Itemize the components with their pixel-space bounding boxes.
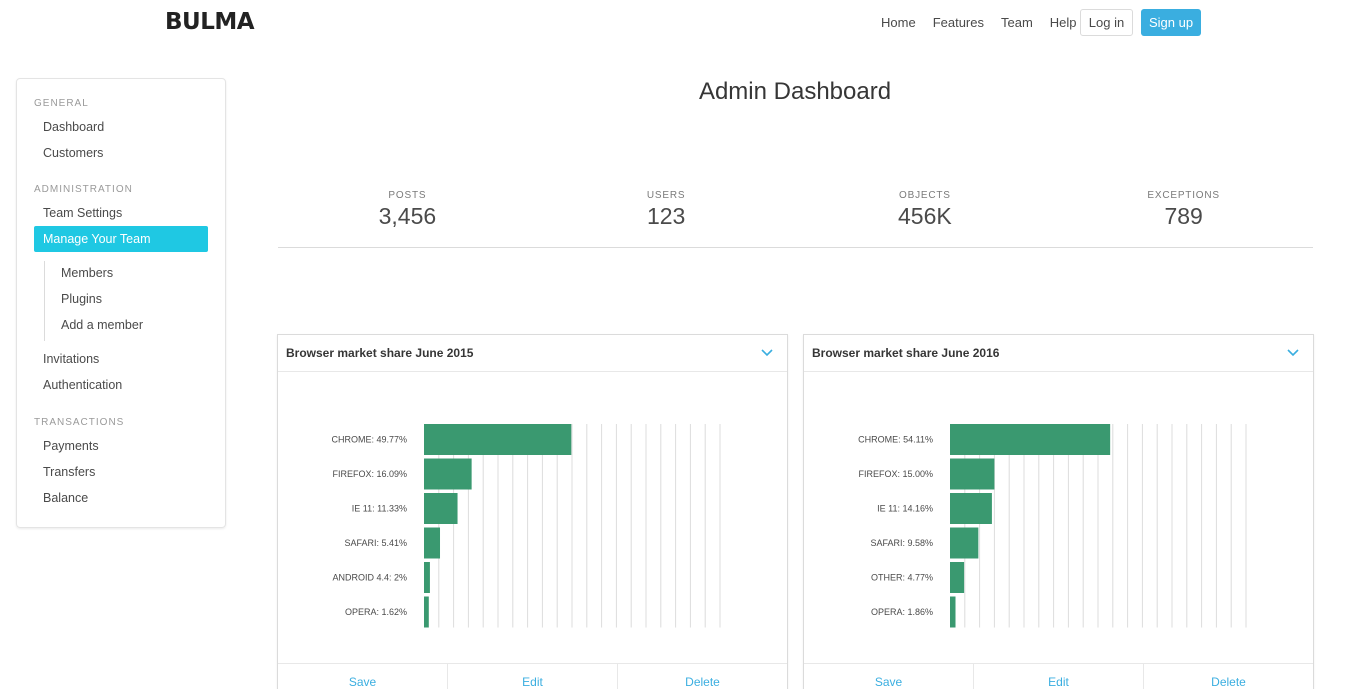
card-title: Browser market share June 2015 (286, 346, 474, 360)
bar-label: CHROME: 49.77% (331, 435, 407, 445)
menu-label-administration: ADMINISTRATION (34, 184, 133, 195)
bar-label: OPERA: 1.62% (345, 607, 407, 617)
stat-value: 3,456 (378, 203, 437, 229)
sidebar-item-dashboard[interactable]: Dashboard (43, 120, 104, 134)
sidebar-subitem-add-member[interactable]: Add a member (61, 318, 143, 332)
save-button[interactable]: Save (278, 664, 448, 689)
login-button[interactable]: Log in (1080, 9, 1133, 36)
card-footer: Save Edit Delete (804, 663, 1313, 689)
sidebar-item-team-settings[interactable]: Team Settings (43, 206, 122, 220)
stat-exceptions: EXCEPTIONS 789 (1054, 190, 1313, 247)
bar (424, 562, 430, 593)
bar (950, 527, 979, 559)
sidebar-item-payments[interactable]: Payments (43, 439, 99, 453)
bulma-logo[interactable]: BULMA (165, 9, 255, 35)
submenu-divider (44, 261, 45, 341)
menu-label-transactions: TRANSACTIONS (34, 417, 125, 428)
sidebar-item-transfers[interactable]: Transfers (43, 465, 95, 479)
nav-team-link[interactable]: Team (1001, 15, 1033, 30)
delete-button[interactable]: Delete (618, 664, 787, 689)
edit-button[interactable]: Edit (974, 664, 1144, 689)
bar (424, 527, 441, 559)
bar-label: OPERA: 1.86% (871, 607, 933, 617)
chart-card-2016: Browser market share June 2016 CHROME: 5… (803, 334, 1314, 689)
stat-value: 123 (646, 203, 686, 229)
stat-posts: POSTS 3,456 (278, 190, 537, 247)
bar (950, 458, 995, 490)
stat-value: 789 (1164, 203, 1203, 229)
card-header: Browser market share June 2015 (278, 335, 787, 372)
bar-label: SAFARI: 5.41% (344, 538, 407, 548)
bar-label: FIREFOX: 15.00% (858, 469, 933, 479)
card-header: Browser market share June 2016 (804, 335, 1313, 372)
bar-label: CHROME: 54.11% (858, 435, 933, 445)
stat-label: EXCEPTIONS (1147, 190, 1220, 201)
nav-help-link[interactable]: Help (1050, 15, 1077, 30)
sidebar-item-authentication[interactable]: Authentication (43, 378, 122, 392)
chevron-down-icon[interactable] (757, 343, 777, 363)
card-title: Browser market share June 2016 (812, 346, 1000, 360)
sidebar-menu: GENERAL Dashboard Customers ADMINISTRATI… (16, 78, 226, 528)
delete-button[interactable]: Delete (1144, 664, 1313, 689)
card-footer: Save Edit Delete (278, 663, 787, 689)
sidebar-item-invitations[interactable]: Invitations (43, 352, 99, 366)
sidebar-subitem-members[interactable]: Members (61, 266, 113, 280)
stat-value: 456K (898, 203, 952, 229)
bar (424, 493, 458, 524)
bar (950, 596, 956, 628)
bar (424, 424, 572, 455)
bar (950, 493, 992, 524)
page-title: Admin Dashboard (698, 78, 892, 105)
stats-level: POSTS 3,456 USERS 123 OBJECTS 456K EXCEP… (278, 190, 1313, 248)
bar-chart-2015: CHROME: 49.77% FIREFOX: 16.09% IE 11: 11.3… (331, 424, 721, 628)
bar-label: OTHER: 4.77% (871, 573, 933, 583)
signup-button[interactable]: Sign up (1141, 9, 1201, 36)
sidebar-item-customers[interactable]: Customers (43, 146, 103, 160)
bar (424, 458, 472, 490)
nav-features-link[interactable]: Features (933, 15, 984, 30)
bar-label: ANDROID 4.4: 2% (332, 573, 407, 583)
bar-label: IE 11: 14.16% (877, 504, 933, 514)
top-nav: Home Features Team Help (881, 15, 1094, 30)
stat-label: POSTS (388, 190, 427, 201)
bar (424, 596, 429, 628)
sidebar-item-balance[interactable]: Balance (43, 491, 88, 505)
nav-home-link[interactable]: Home (881, 15, 916, 30)
stat-label: USERS (646, 190, 686, 201)
sidebar-item-manage-team[interactable]: Manage Your Team (34, 226, 208, 252)
save-button[interactable]: Save (804, 664, 974, 689)
chevron-down-icon[interactable] (1283, 343, 1303, 363)
stat-label: OBJECTS (899, 190, 951, 201)
chart-card-2015: Browser market share June 2015 CHROME: 4… (277, 334, 788, 689)
bar-label: SAFARI: 9.58% (870, 538, 933, 548)
edit-button[interactable]: Edit (448, 664, 618, 689)
sidebar-subitem-plugins[interactable]: Plugins (61, 292, 102, 306)
bar (950, 562, 965, 593)
bar-chart-2016: CHROME: 54.11% FIREFOX: 15.00% IE 11: 14.1… (858, 424, 1247, 628)
bar-label: FIREFOX: 16.09% (332, 469, 407, 479)
stat-objects: OBJECTS 456K (796, 190, 1055, 247)
bar (950, 424, 1111, 455)
bar-label: IE 11: 11.33% (352, 504, 407, 514)
stat-users: USERS 123 (537, 190, 796, 247)
